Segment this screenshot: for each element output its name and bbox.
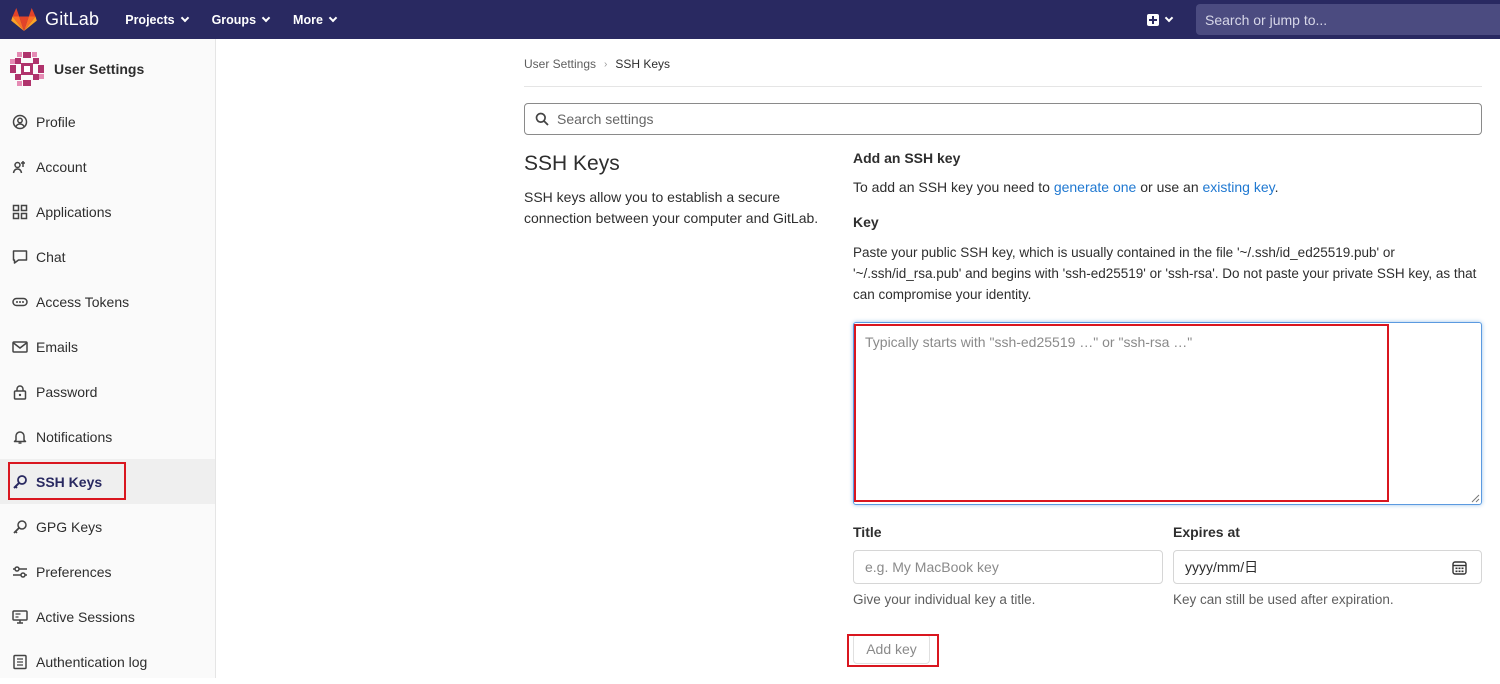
breadcrumb-parent[interactable]: User Settings bbox=[524, 57, 596, 71]
expires-date-value: yyyy/mm/日 bbox=[1185, 559, 1259, 575]
key-label: Key bbox=[853, 214, 879, 230]
global-search-input[interactable]: Search or jump to... bbox=[1196, 4, 1500, 35]
calendar-icon[interactable] bbox=[1452, 560, 1467, 575]
nav-groups-label: Groups bbox=[211, 12, 257, 27]
monitor-icon bbox=[12, 609, 28, 625]
plus-square-icon bbox=[1147, 13, 1159, 26]
applications-icon bbox=[12, 204, 28, 220]
sidebar-item-label: Authentication log bbox=[36, 653, 148, 670]
sidebar-item-label: Profile bbox=[36, 113, 76, 130]
log-icon bbox=[12, 654, 28, 670]
title-input[interactable]: e.g. My MacBook key bbox=[853, 550, 1163, 584]
key-help-text: Paste your public SSH key, which is usua… bbox=[853, 245, 1477, 302]
existing-key-link[interactable]: existing key bbox=[1203, 179, 1275, 195]
sidebar-title: User Settings bbox=[54, 61, 145, 77]
form-intro-prefix: To add an SSH key you need to bbox=[853, 179, 1054, 195]
page-title: SSH Keys bbox=[524, 152, 620, 175]
sidebar-item-authentication-log[interactable]: Authentication log bbox=[0, 639, 215, 684]
search-icon bbox=[535, 112, 549, 126]
chat-icon bbox=[12, 249, 28, 265]
sidebar-item-notifications[interactable]: Notifications bbox=[0, 414, 215, 459]
sidebar-item-gpg-keys[interactable]: GPG Keys bbox=[0, 504, 215, 549]
account-icon bbox=[12, 159, 28, 175]
new-item-dropdown[interactable] bbox=[1147, 13, 1174, 26]
sidebar-item-label: Active Sessions bbox=[36, 608, 135, 625]
add-key-button[interactable]: Add key bbox=[853, 634, 930, 664]
sidebar-item-label: SSH Keys bbox=[36, 473, 103, 490]
settings-sidebar: User Settings Profile Account Applicatio… bbox=[0, 39, 216, 678]
form-heading: Add an SSH key bbox=[853, 150, 961, 166]
form-intro-middle: or use an bbox=[1136, 179, 1203, 195]
sidebar-item-label: GPG Keys bbox=[36, 518, 103, 535]
preferences-icon bbox=[12, 564, 28, 580]
profile-icon bbox=[12, 114, 28, 130]
generate-one-link[interactable]: generate one bbox=[1054, 179, 1137, 195]
sidebar-item-label: Password bbox=[36, 383, 98, 400]
settings-search-input[interactable]: Search settings bbox=[524, 103, 1482, 135]
nav-groups[interactable]: Groups bbox=[211, 12, 271, 27]
top-navbar: GitLab Projects Groups More Search or ju… bbox=[0, 0, 1500, 39]
sidebar-item-emails[interactable]: Emails bbox=[0, 324, 215, 369]
key-textarea-placeholder: Typically starts with "ssh-ed25519 …" or… bbox=[865, 334, 1193, 350]
sidebar-item-ssh-keys[interactable]: SSH Keys bbox=[0, 459, 215, 504]
nav-more[interactable]: More bbox=[293, 12, 338, 27]
sidebar-item-active-sessions[interactable]: Active Sessions bbox=[0, 594, 215, 639]
sidebar-item-profile[interactable]: Profile bbox=[0, 99, 215, 144]
key-icon bbox=[12, 474, 28, 490]
sidebar-header[interactable]: User Settings bbox=[0, 39, 215, 99]
sidebar-item-label: Emails bbox=[36, 338, 79, 355]
sidebar-item-applications[interactable]: Applications bbox=[0, 189, 215, 234]
sidebar-item-label: Applications bbox=[36, 203, 112, 220]
lock-icon bbox=[12, 384, 28, 400]
nav-projects[interactable]: Projects bbox=[125, 12, 189, 27]
nav-right: Search or jump to... bbox=[1147, 0, 1500, 39]
nav-menu: Projects Groups More bbox=[125, 13, 360, 27]
gitlab-logo[interactable]: GitLab bbox=[11, 7, 100, 32]
sidebar-item-password[interactable]: Password bbox=[0, 369, 215, 414]
sidebar-item-label: Account bbox=[36, 158, 87, 175]
expires-hint: Key can still be used after expiration. bbox=[1173, 592, 1394, 607]
brand-name: GitLab bbox=[45, 9, 100, 29]
sidebar-item-label: Chat bbox=[36, 248, 66, 265]
sidebar-item-label: Notifications bbox=[36, 428, 113, 445]
key-icon bbox=[12, 519, 28, 535]
sidebar-item-preferences[interactable]: Preferences bbox=[0, 549, 215, 594]
breadcrumb: User Settings › SSH Keys bbox=[524, 57, 670, 71]
avatar bbox=[8, 50, 46, 88]
chevron-down-icon bbox=[261, 13, 271, 22]
add-ssh-key-form: Add an SSH key To add an SSH key you nee… bbox=[853, 150, 1482, 305]
sidebar-item-access-tokens[interactable]: Access Tokens bbox=[0, 279, 215, 324]
bell-icon bbox=[12, 429, 28, 445]
form-intro: To add an SSH key you need to generate o… bbox=[853, 179, 1482, 195]
breadcrumb-divider bbox=[524, 86, 1482, 87]
breadcrumb-separator-icon: › bbox=[604, 58, 608, 70]
settings-search-placeholder: Search settings bbox=[557, 111, 654, 127]
nav-more-label: More bbox=[293, 12, 323, 27]
expires-label: Expires at bbox=[1173, 524, 1240, 540]
title-input-placeholder: e.g. My MacBook key bbox=[865, 559, 999, 575]
sidebar-item-label: Preferences bbox=[36, 563, 112, 580]
title-hint: Give your individual key a title. bbox=[853, 592, 1036, 607]
section-description: SSH keys allow you to establish a secure… bbox=[524, 189, 819, 226]
chevron-down-icon bbox=[1164, 13, 1174, 22]
sidebar-item-chat[interactable]: Chat bbox=[0, 234, 215, 279]
key-textarea[interactable]: Typically starts with "ssh-ed25519 …" or… bbox=[853, 322, 1482, 505]
sidebar-item-label: Access Tokens bbox=[36, 293, 130, 310]
nav-projects-label: Projects bbox=[125, 12, 175, 27]
expires-date-input[interactable]: yyyy/mm/日 bbox=[1173, 550, 1482, 584]
token-icon bbox=[12, 294, 28, 310]
form-intro-suffix: . bbox=[1274, 179, 1279, 195]
sidebar-item-account[interactable]: Account bbox=[0, 144, 215, 189]
chevron-down-icon bbox=[180, 13, 189, 22]
gitlab-tanuki-icon bbox=[11, 7, 37, 31]
chevron-down-icon bbox=[328, 13, 338, 22]
title-label: Title bbox=[853, 524, 882, 540]
mail-icon bbox=[12, 339, 28, 355]
resize-handle-icon[interactable] bbox=[1471, 494, 1480, 503]
breadcrumb-current: SSH Keys bbox=[615, 57, 671, 71]
